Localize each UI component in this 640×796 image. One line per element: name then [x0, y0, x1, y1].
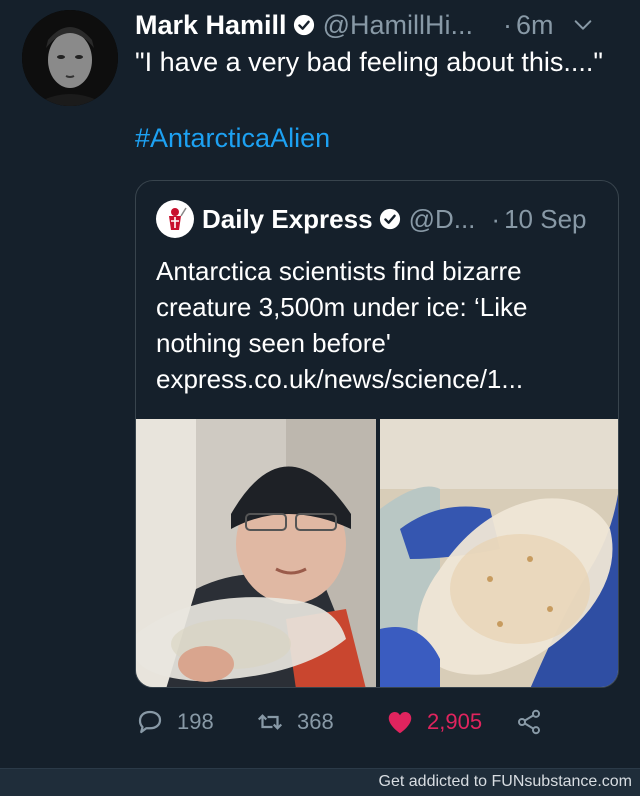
- hashtag-link[interactable]: #AntarcticaAlien: [135, 120, 330, 156]
- avatar-portrait-icon: [22, 10, 118, 106]
- reply-count: 198: [177, 709, 214, 734]
- quoted-author-handle[interactable]: @D...: [409, 204, 476, 235]
- tweet-actions-bar: 198 368 2,905: [135, 700, 615, 744]
- quoted-tweet-date[interactable]: 10 Sep: [504, 204, 586, 235]
- tweet-text: "I have a very bad feeling about this...…: [135, 47, 603, 77]
- chevron-down-icon[interactable]: [572, 14, 594, 36]
- retweet-count: 368: [297, 709, 334, 734]
- quoted-tweet-link[interactable]: express.co.uk/news/science/1...: [156, 361, 606, 397]
- retweet-button[interactable]: 368: [255, 707, 385, 737]
- quoted-author-display-name[interactable]: Daily Express: [202, 204, 373, 235]
- tweet-screenshot: Mark Hamill @HamillHi... · 6m "I have a …: [0, 0, 640, 796]
- quoted-header-separator: ·: [491, 203, 501, 234]
- quoted-tweet-card[interactable]: Daily Express @D... · 10 Sep Antarctica …: [135, 180, 619, 688]
- quoted-tweet-text: Antarctica scientists find bizarre creat…: [156, 256, 528, 358]
- retweet-icon: [257, 714, 283, 730]
- like-count: 2,905: [427, 709, 483, 734]
- watermark-text: Get addicted to FUNsubstance.com: [378, 773, 632, 790]
- share-button[interactable]: [515, 708, 555, 736]
- tweet-timestamp[interactable]: 6m: [516, 10, 554, 41]
- heart-filled-icon: [388, 712, 412, 734]
- quoted-tweet-header: Daily Express @D... · 10 Sep: [156, 199, 586, 239]
- watermark-bar: Get addicted to FUNsubstance.com: [0, 768, 640, 796]
- author-display-name[interactable]: Mark Hamill: [135, 10, 287, 41]
- reply-icon: [138, 710, 162, 734]
- tweet-header: Mark Hamill @HamillHi... · 6m: [135, 6, 625, 44]
- quoted-media-grid: [136, 419, 618, 687]
- header-separator: ·: [502, 9, 512, 40]
- share-icon: [517, 709, 541, 735]
- verified-badge-icon: [293, 14, 314, 36]
- crusader-logo-icon: [169, 207, 187, 230]
- quoted-author-avatar[interactable]: [156, 200, 194, 238]
- reply-button[interactable]: 198: [135, 707, 255, 737]
- verified-badge-icon: [379, 208, 400, 230]
- author-avatar[interactable]: [22, 10, 118, 106]
- scientist-photo-icon: [136, 419, 376, 687]
- author-handle[interactable]: @HamillHi...: [323, 10, 473, 41]
- media-image-creature[interactable]: [380, 419, 618, 687]
- creature-photo-icon: [380, 419, 618, 687]
- like-button[interactable]: 2,905: [385, 707, 515, 737]
- media-image-scientist[interactable]: [136, 419, 376, 687]
